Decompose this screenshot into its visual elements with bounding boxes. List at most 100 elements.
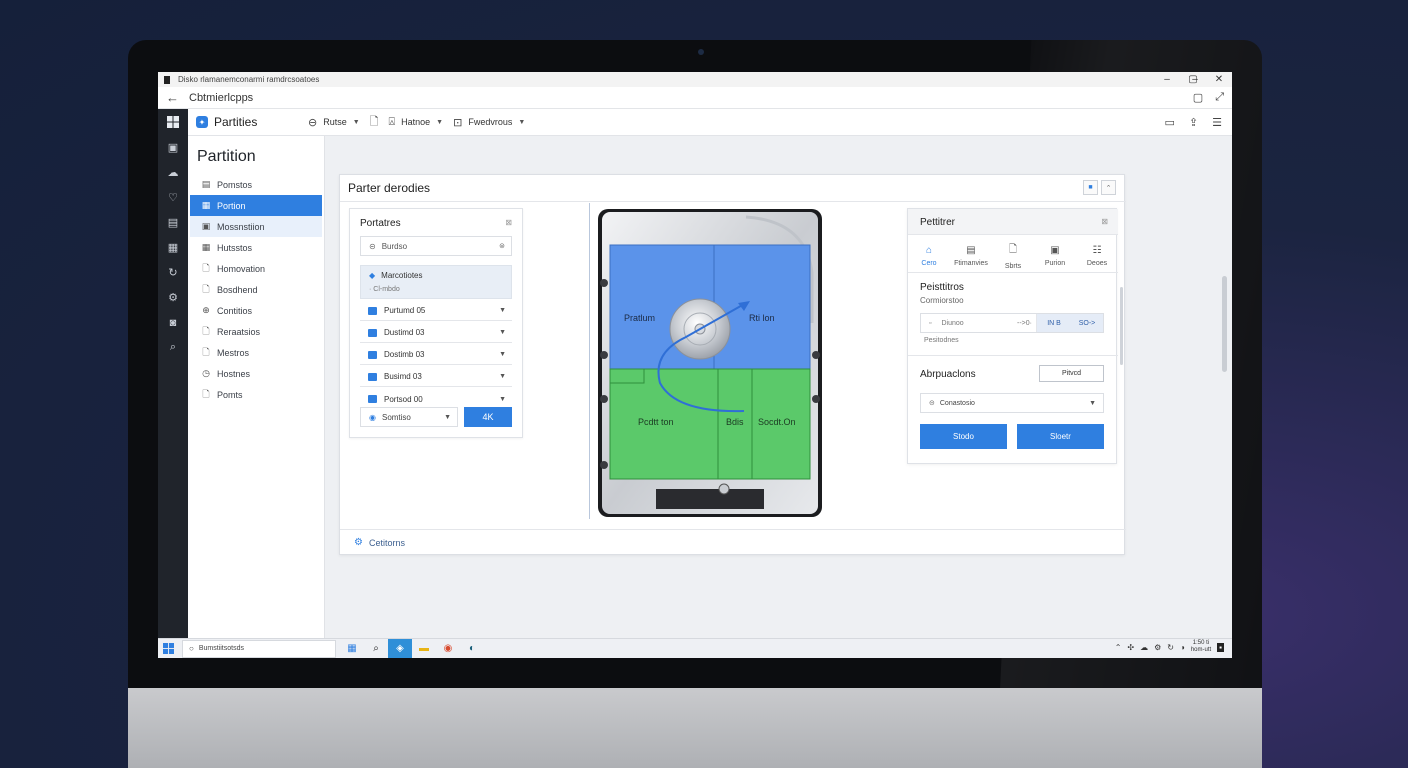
image-icon[interactable]: ▣ bbox=[158, 135, 188, 160]
volume-icon[interactable]: ◑ bbox=[1180, 643, 1185, 652]
chevron-down-icon: ▼ bbox=[499, 373, 506, 380]
toolbar-item-rutse[interactable]: ⊖ Rutse ▼ bbox=[308, 116, 360, 129]
camera-icon[interactable]: ◙ bbox=[158, 310, 188, 335]
divider bbox=[908, 355, 1118, 356]
chevron-down-icon: ▼ bbox=[352, 118, 360, 126]
list-item[interactable]: Busimd 03 ▼ bbox=[360, 367, 512, 387]
refresh-icon[interactable]: ↻ bbox=[158, 260, 188, 285]
window-scrollbar[interactable] bbox=[1222, 276, 1227, 372]
search-dropdown[interactable]: ⊝ Burdso ⊜ bbox=[360, 236, 512, 256]
sidebar-item-mossnstiion[interactable]: ▣ Mossnstiion bbox=[190, 216, 322, 237]
partition-icon bbox=[368, 306, 377, 315]
tab-icon[interactable]: ▢ bbox=[1193, 91, 1203, 104]
search-app-icon[interactable]: ⌕ bbox=[364, 639, 388, 659]
sync-icon[interactable]: ↻ bbox=[1167, 643, 1174, 652]
list-item[interactable]: Dustimd 03 ▼ bbox=[360, 323, 512, 343]
tab-deoes[interactable]: ☷ Deoes bbox=[1076, 239, 1118, 272]
sidebar-item-mestros[interactable]: 🗋 Mestros bbox=[190, 342, 322, 363]
sidebar-item-homovation[interactable]: 🗋 Homovation bbox=[190, 258, 322, 279]
sidebar-item-contitios[interactable]: ⊕ Contitios bbox=[190, 300, 322, 321]
ok-button[interactable]: 4K bbox=[464, 407, 512, 427]
sidebar-item-pomstos[interactable]: ▤ Pomstos bbox=[190, 174, 322, 195]
panel-icon[interactable]: ▭ bbox=[1165, 116, 1175, 129]
sidebar-item-portion[interactable]: ▦ Portion bbox=[190, 195, 322, 216]
toolbar: ✦ Partities ⊖ Rutse ▼ 🗋 ⍓ Hatnoe ▼ ⊡ Fwe… bbox=[188, 109, 1232, 136]
network-icon[interactable]: ✣ bbox=[1127, 643, 1134, 652]
window-icon: ⊡ bbox=[453, 116, 463, 129]
clock[interactable]: 1:50 ti hom-utt bbox=[1191, 640, 1211, 654]
scheme-select[interactable]: ◉ Somtiso ▼ bbox=[360, 407, 458, 427]
edge-icon[interactable]: ◐ bbox=[460, 639, 484, 659]
panel-header: Pettitrer ⊠ bbox=[908, 209, 1118, 235]
toolbar-item-fwedvrous[interactable]: ⊡ Fwedvrous ▼ bbox=[453, 116, 525, 129]
size-value[interactable]: SO-> bbox=[1071, 314, 1103, 332]
panel-scrollbar[interactable] bbox=[1120, 287, 1123, 365]
pin-icon[interactable]: ■ bbox=[1083, 180, 1098, 195]
address-text[interactable]: Cbtmierlcpps bbox=[189, 92, 253, 104]
list-item[interactable]: Purtumd 05 ▼ bbox=[360, 301, 512, 321]
list-item[interactable]: Portsod 00 ▼ bbox=[360, 389, 512, 409]
taskview-icon[interactable]: ▦ bbox=[340, 639, 364, 659]
tab-ftimanvies[interactable]: ▤ Ftimanvies bbox=[950, 239, 992, 272]
apply-button[interactable]: Sloetr bbox=[1017, 424, 1104, 449]
app-logo-icon: ✦ bbox=[196, 116, 208, 128]
sidebar-item-pomts[interactable]: 🗋 Pomts bbox=[190, 384, 322, 405]
sidebar-item-hutsstos[interactable]: ▦ Hutsstos bbox=[190, 237, 322, 258]
toolbar-item-hatnoe[interactable]: ⍓ Hatnoe ▼ bbox=[389, 116, 444, 129]
app-title: ✦ Partities bbox=[196, 115, 298, 129]
size-field[interactable]: ▫ Diunoo -->0· IN B SO-> bbox=[920, 313, 1104, 333]
disk-visualization[interactable]: Pratlum Rti lon Pcdtt ton Bdis Socdt.On bbox=[586, 203, 826, 519]
start-button[interactable]: Stodo bbox=[920, 424, 1007, 449]
sidebar-item-bosdhend[interactable]: 🗋 Bosdhend bbox=[190, 279, 322, 300]
minimize-button[interactable]: – bbox=[1156, 72, 1178, 87]
toolbar-item-file[interactable]: 🗋 bbox=[370, 113, 379, 132]
chrome-icon[interactable]: ◉ bbox=[436, 639, 460, 659]
panel-title: Pettitrer bbox=[920, 217, 956, 228]
sidebar-item-reraatsios[interactable]: 🗋 Reraatsios bbox=[190, 321, 322, 342]
close-icon[interactable]: ⊠ bbox=[505, 218, 512, 227]
start-icon[interactable] bbox=[158, 639, 178, 659]
share-icon[interactable]: ⇪ bbox=[1189, 116, 1198, 129]
taskbar-search[interactable]: ○ Bumstiitsotsds bbox=[182, 639, 336, 658]
cloud-icon[interactable]: ☁ bbox=[1140, 643, 1148, 652]
back-arrow-icon[interactable]: ← bbox=[166, 90, 179, 105]
operation-select[interactable]: ⊝ Conastosio ▼ bbox=[920, 393, 1104, 413]
apply-title: Abrpuaclons bbox=[920, 369, 976, 380]
tab-cero[interactable]: ⌂ Cero bbox=[908, 239, 950, 272]
close-icon[interactable]: ⊠ bbox=[1101, 217, 1108, 226]
settings-icon[interactable]: ⚙ bbox=[1154, 643, 1161, 652]
globe-icon: ⊕ bbox=[202, 305, 210, 315]
settings-icon[interactable]: ⚙ bbox=[158, 285, 188, 310]
preview-button[interactable]: Pitvcd bbox=[1039, 365, 1104, 382]
chevron-up-icon[interactable]: ⌃ bbox=[1115, 643, 1122, 652]
windows-logo-icon[interactable] bbox=[158, 109, 188, 135]
collapse-icon[interactable]: ⌃ bbox=[1101, 180, 1116, 195]
document-icon[interactable]: ▤ bbox=[158, 210, 188, 235]
unit-toggle[interactable]: IN B bbox=[1037, 314, 1071, 332]
notification-icon[interactable]: ▪ bbox=[1217, 642, 1224, 652]
list-item[interactable]: Dostimb 03 ▼ bbox=[360, 345, 512, 365]
tab-bar: ⌂ Cero ▤ Ftimanvies 🗋 Sbrts ▣ Purion ☷ Deoes bbox=[908, 239, 1118, 273]
store-app-icon[interactable]: ◈ bbox=[388, 638, 412, 658]
expand-icon[interactable]: ⤢ bbox=[1215, 91, 1224, 104]
field-caption: Pesitodnes bbox=[924, 337, 959, 344]
maximize-icon[interactable]: ▢ bbox=[1182, 72, 1204, 87]
tab-purion[interactable]: ▣ Purion bbox=[1034, 239, 1076, 272]
menu-icon[interactable]: ☰ bbox=[1212, 116, 1222, 129]
partition-label-bottom-mid: Bdis bbox=[726, 417, 744, 427]
search-icon[interactable]: ⌕ bbox=[158, 335, 188, 360]
settings-icon: ◉ bbox=[369, 412, 376, 422]
chevron-down-icon: ▼ bbox=[444, 413, 451, 421]
calendar-icon[interactable]: ▦ bbox=[158, 235, 188, 260]
sidebar-item-hostnes[interactable]: ◷ Hostnes bbox=[190, 363, 322, 384]
cloud-icon[interactable]: ☁ bbox=[158, 160, 188, 185]
chevron-down-icon: ▼ bbox=[518, 118, 526, 126]
section-subtitle: Cormiorstoo bbox=[920, 296, 964, 305]
folder-icon[interactable]: ▬ bbox=[412, 639, 436, 659]
footer-link[interactable]: Cetitorns bbox=[369, 538, 405, 548]
screen: Disko rlamanemconarmi ramdrcsoatoes – – … bbox=[158, 72, 1232, 658]
close-icon[interactable]: ✕ bbox=[1208, 72, 1230, 87]
heart-icon[interactable]: ♡ bbox=[158, 185, 188, 210]
tab-sbrts[interactable]: 🗋 Sbrts bbox=[992, 239, 1034, 272]
partition-group[interactable]: ◆ Marcotiotes · Cl-mbdo bbox=[360, 265, 512, 299]
